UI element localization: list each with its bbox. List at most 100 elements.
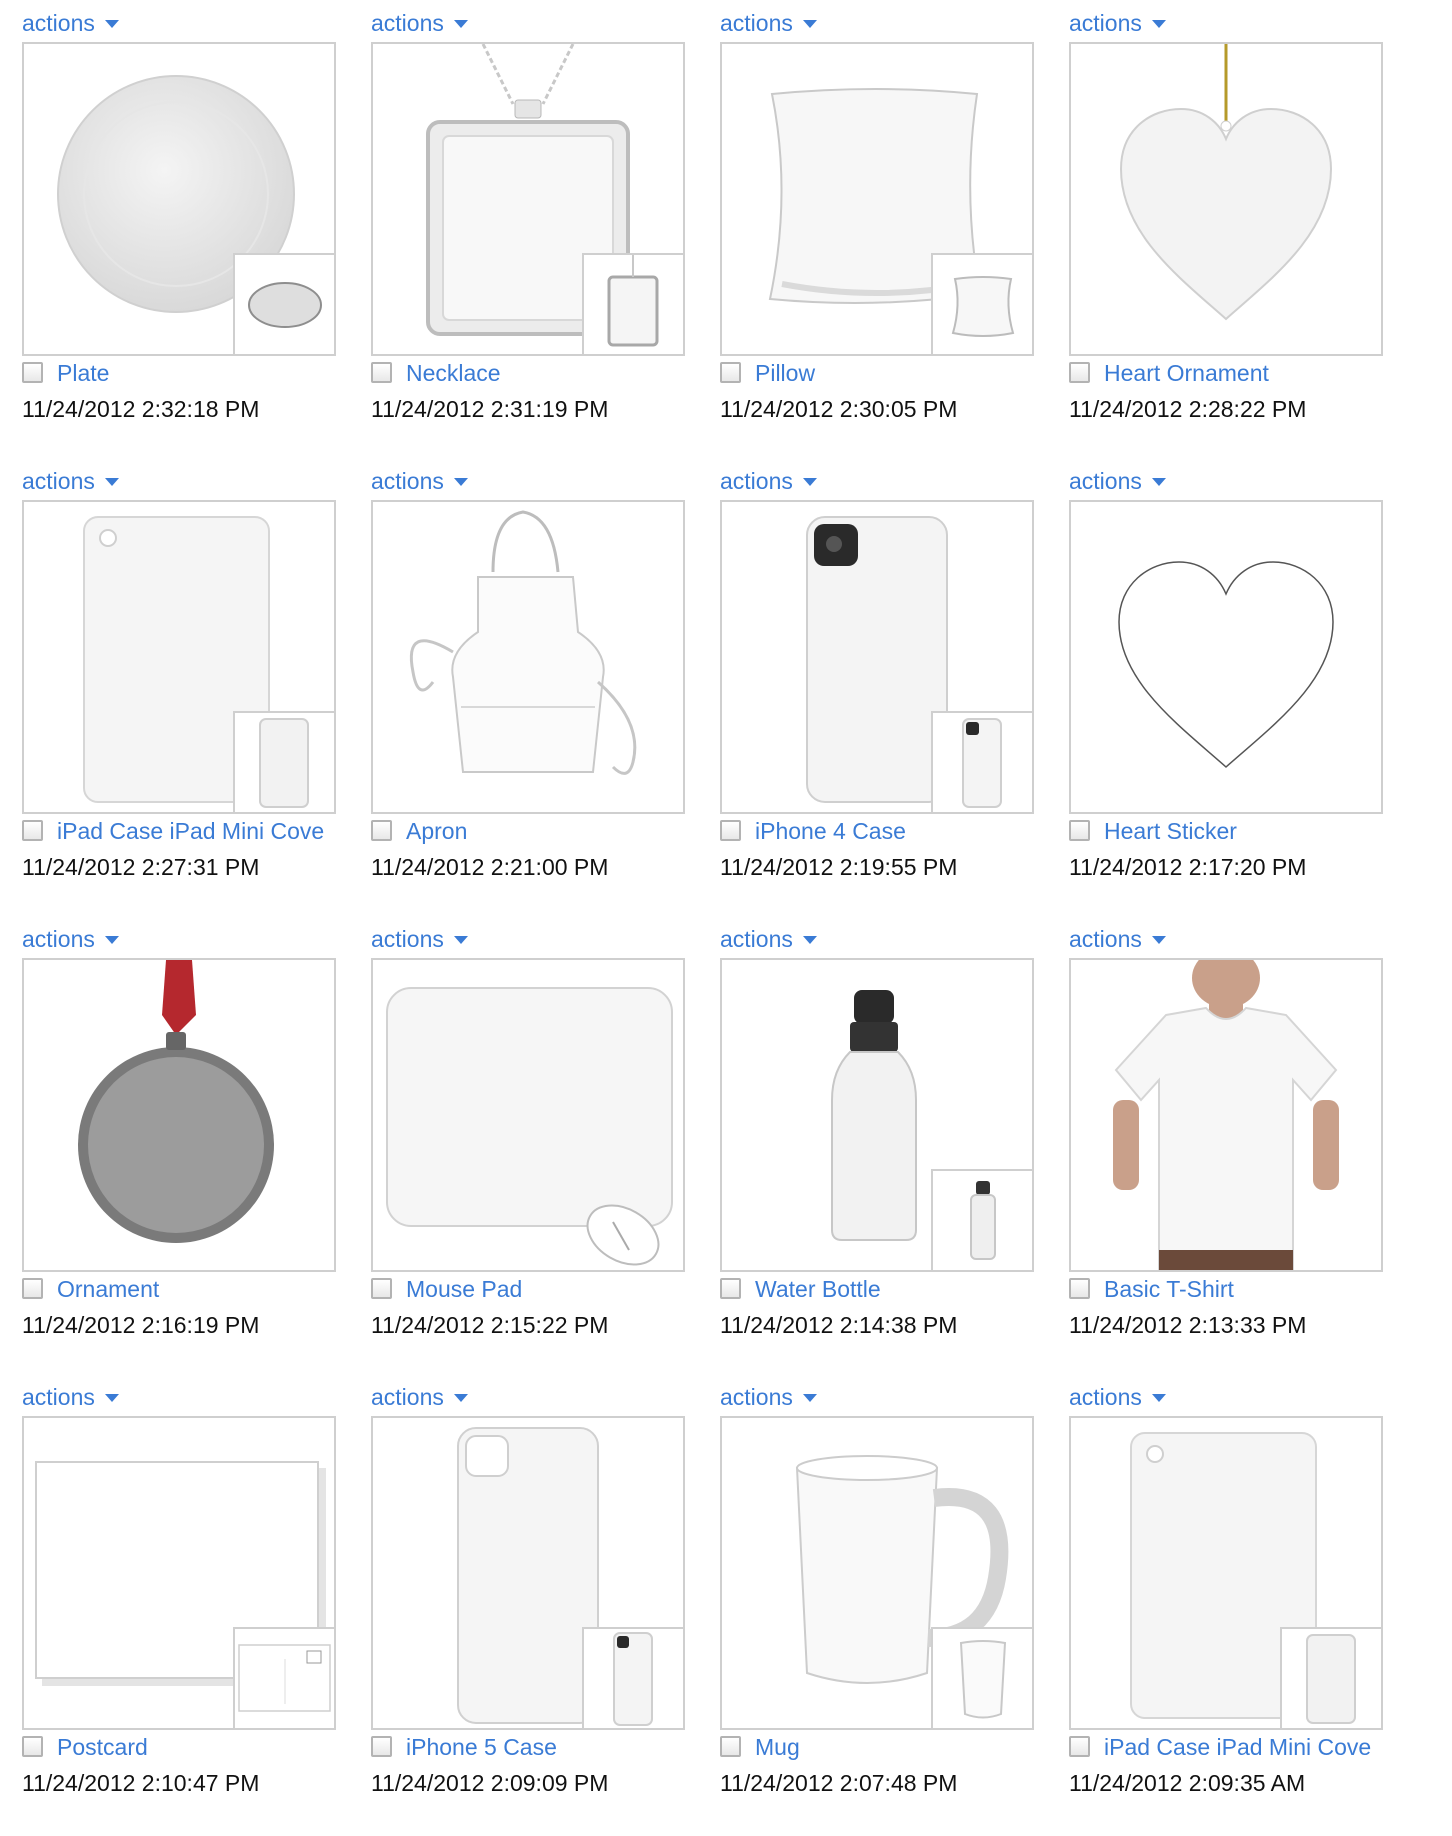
- actions-menu[interactable]: actions: [1069, 1382, 1166, 1412]
- actions-label: actions: [1069, 926, 1142, 952]
- product-thumbnail[interactable]: [371, 42, 685, 356]
- product-name-link[interactable]: iPad Case iPad Mini Cove: [57, 816, 337, 846]
- select-checkbox[interactable]: [22, 820, 43, 841]
- product-name-link[interactable]: iPhone 5 Case: [406, 1732, 686, 1762]
- product-thumbnail[interactable]: [720, 958, 1034, 1272]
- product-name-link[interactable]: Necklace: [406, 358, 686, 388]
- caret-down-icon: [453, 1394, 468, 1402]
- actions-menu[interactable]: actions: [22, 1382, 119, 1412]
- product-card: actions iPhone 4 Case 11/24/2012 2:19:55…: [698, 458, 1034, 888]
- product-name-link[interactable]: Plate: [57, 358, 337, 388]
- actions-label: actions: [1069, 468, 1142, 494]
- select-checkbox[interactable]: [1069, 820, 1090, 841]
- actions-label: actions: [720, 926, 793, 952]
- product-name-link[interactable]: Mouse Pad: [406, 1274, 686, 1304]
- caret-down-icon: [104, 20, 119, 28]
- actions-label: actions: [720, 468, 793, 494]
- actions-label: actions: [1069, 1384, 1142, 1410]
- ipad-case-icon: [1306, 1634, 1356, 1724]
- actions-label: actions: [720, 1384, 793, 1410]
- alt-view-thumbnail[interactable]: [582, 1627, 683, 1728]
- product-thumbnail[interactable]: [371, 500, 685, 814]
- select-checkbox[interactable]: [371, 820, 392, 841]
- product-thumbnail[interactable]: [720, 500, 1034, 814]
- select-checkbox[interactable]: [371, 1278, 392, 1299]
- product-card: actions Mouse Pad 11/24/2012 2:15:22 PM: [349, 916, 685, 1346]
- select-checkbox[interactable]: [22, 362, 43, 383]
- product-name-link[interactable]: iPhone 4 Case: [755, 816, 1035, 846]
- actions-menu[interactable]: actions: [371, 8, 468, 38]
- product-date: 11/24/2012 2:15:22 PM: [371, 1312, 609, 1338]
- product-thumbnail[interactable]: [1069, 500, 1383, 814]
- actions-menu[interactable]: actions: [720, 8, 817, 38]
- product-name-link[interactable]: Postcard: [57, 1732, 337, 1762]
- alt-view-thumbnail[interactable]: [1280, 1627, 1381, 1728]
- product-thumbnail[interactable]: [371, 958, 685, 1272]
- actions-menu[interactable]: actions: [22, 8, 119, 38]
- alt-view-thumbnail[interactable]: [931, 1169, 1032, 1270]
- mouse-pad-icon: [386, 987, 673, 1266]
- select-checkbox[interactable]: [371, 1736, 392, 1757]
- select-checkbox[interactable]: [1069, 1736, 1090, 1757]
- product-thumbnail[interactable]: [720, 1416, 1034, 1730]
- product-date: 11/24/2012 2:10:47 PM: [22, 1770, 260, 1796]
- product-name-link[interactable]: Ornament: [57, 1274, 337, 1304]
- product-name-link[interactable]: Apron: [406, 816, 686, 846]
- product-name-link[interactable]: Heart Sticker: [1104, 816, 1384, 846]
- alt-view-thumbnail[interactable]: [931, 711, 1032, 812]
- select-checkbox[interactable]: [1069, 1278, 1090, 1299]
- product-name-link[interactable]: Pillow: [755, 358, 1035, 388]
- product-thumbnail[interactable]: [371, 1416, 685, 1730]
- product-thumbnail[interactable]: [1069, 42, 1383, 356]
- select-checkbox[interactable]: [22, 1736, 43, 1757]
- product-thumbnail[interactable]: [22, 42, 336, 356]
- alt-view-thumbnail[interactable]: [233, 1627, 334, 1728]
- actions-menu[interactable]: actions: [371, 466, 468, 496]
- select-checkbox[interactable]: [1069, 362, 1090, 383]
- actions-menu[interactable]: actions: [1069, 466, 1166, 496]
- actions-menu[interactable]: actions: [1069, 8, 1166, 38]
- select-checkbox[interactable]: [720, 1736, 741, 1757]
- actions-menu[interactable]: actions: [720, 924, 817, 954]
- product-date: 11/24/2012 2:28:22 PM: [1069, 396, 1307, 422]
- actions-menu[interactable]: actions: [22, 466, 119, 496]
- product-thumbnail[interactable]: [22, 500, 336, 814]
- caret-down-icon: [104, 478, 119, 486]
- actions-menu[interactable]: actions: [720, 466, 817, 496]
- actions-menu[interactable]: actions: [371, 1382, 468, 1412]
- actions-menu[interactable]: actions: [371, 924, 468, 954]
- select-checkbox[interactable]: [720, 1278, 741, 1299]
- actions-label: actions: [22, 468, 95, 494]
- alt-view-thumbnail[interactable]: [931, 253, 1032, 354]
- postcard-icon: [238, 1644, 331, 1712]
- product-name-link[interactable]: Heart Ornament: [1104, 358, 1384, 388]
- actions-label: actions: [22, 10, 95, 36]
- product-date: 11/24/2012 2:09:35 AM: [1069, 1770, 1306, 1796]
- product-thumbnail[interactable]: [1069, 958, 1383, 1272]
- actions-menu[interactable]: actions: [22, 924, 119, 954]
- product-thumbnail[interactable]: [22, 958, 336, 1272]
- product-name-link[interactable]: Water Bottle: [755, 1274, 1035, 1304]
- product-thumbnail[interactable]: [22, 1416, 336, 1730]
- product-thumbnail[interactable]: [720, 42, 1034, 356]
- select-checkbox[interactable]: [371, 362, 392, 383]
- mug-icon: [959, 1640, 1007, 1719]
- product-name-link[interactable]: Basic T-Shirt: [1104, 1274, 1384, 1304]
- product-name-link[interactable]: Mug: [755, 1732, 1035, 1762]
- alt-view-thumbnail[interactable]: [233, 711, 334, 812]
- actions-menu[interactable]: actions: [720, 1382, 817, 1412]
- select-checkbox[interactable]: [720, 362, 741, 383]
- product-thumbnail[interactable]: [1069, 1416, 1383, 1730]
- alt-view-thumbnail[interactable]: [582, 253, 683, 354]
- product-name-link[interactable]: iPad Case iPad Mini Cove: [1104, 1732, 1384, 1762]
- alt-view-thumbnail[interactable]: [233, 253, 334, 354]
- actions-label: actions: [1069, 10, 1142, 36]
- product-date: 11/24/2012 2:09:09 PM: [371, 1770, 609, 1796]
- select-checkbox[interactable]: [720, 820, 741, 841]
- apron-icon: [409, 510, 637, 775]
- actions-menu[interactable]: actions: [1069, 924, 1166, 954]
- actions-label: actions: [720, 10, 793, 36]
- select-checkbox[interactable]: [22, 1278, 43, 1299]
- product-date: 11/24/2012 2:21:00 PM: [371, 854, 609, 880]
- alt-view-thumbnail[interactable]: [931, 1627, 1032, 1728]
